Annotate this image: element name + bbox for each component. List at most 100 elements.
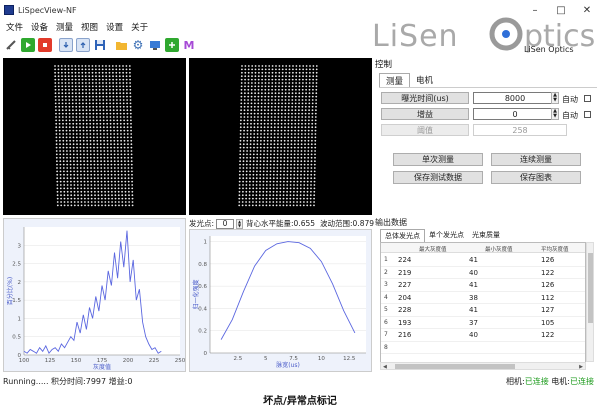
upload-icon[interactable] [76,38,90,52]
output-table[interactable]: 最大灰度值 最小灰度值 平均灰度值 1 224 41 126 2 219 40 … [380,242,586,370]
light-point [121,194,124,197]
gear-icon[interactable]: ⚙ [131,38,145,52]
menu-settings[interactable]: 设置 [102,21,127,33]
col-min-gray[interactable]: 最小灰度值 [485,245,513,253]
single-measure-button[interactable]: 单次测量 [393,153,483,166]
light-point [64,82,67,84]
light-point [269,177,272,180]
save-icon[interactable] [93,38,107,52]
scroll-left-icon[interactable]: ◀ [383,364,387,370]
play-icon[interactable] [21,38,35,52]
light-point [243,102,246,105]
table-row[interactable]: 3 227 41 126 [381,279,585,292]
light-point [279,177,282,180]
light-point [250,112,253,115]
menu-view[interactable]: 视图 [77,21,102,33]
light-point [269,170,272,173]
points-input[interactable]: 0 [216,218,235,229]
light-point [303,170,306,173]
light-point [283,150,286,152]
gain-spin-arrows[interactable]: ▲ ▼ [551,108,559,120]
light-point [305,95,307,98]
light-point [270,133,273,135]
table-row[interactable]: 5 228 41 127 [381,304,585,317]
camera-label: 相机: [506,377,525,386]
mark-icon[interactable]: M [182,38,196,52]
exposure-auto-checkbox[interactable] [584,95,591,102]
folder-icon[interactable] [114,38,128,52]
col-avg-gray[interactable]: 平均灰度值 [541,245,569,253]
stop-icon[interactable] [38,38,52,52]
light-point [108,75,111,78]
menu-file[interactable]: 文件 [2,21,27,33]
gain-auto-checkbox[interactable] [584,111,591,118]
light-point [108,68,111,71]
table-horizontal-scrollbar[interactable]: ◀ ▶ [380,362,586,370]
horizontal-scroll-thumb[interactable] [395,364,515,369]
light-point [242,177,245,180]
light-point [306,197,309,200]
light-point [58,95,60,98]
light-point [254,75,257,78]
light-point [72,122,75,125]
camera-image-left[interactable] [3,58,186,215]
histogram-chart[interactable]: 0 0.5 1 1.5 2 2.5 3 100 125 150 175 200 225 250 灰度值 百分比… [3,218,186,372]
light-point [246,126,249,129]
table-row[interactable]: 8 [381,342,585,354]
save-chart-button[interactable]: 保存图表 [491,171,581,184]
screen-icon[interactable] [148,38,162,52]
light-point [249,150,252,152]
light-point [117,150,119,152]
gain-input[interactable]: 0 [473,108,557,120]
light-point [239,136,242,139]
col-max-gray[interactable]: 最大灰度值 [419,245,447,253]
menu-measure[interactable]: 测量 [52,21,77,33]
vertical-scroll-thumb[interactable] [588,253,593,323]
download-icon[interactable] [59,38,73,52]
lisen-optics-logo: LiSen ptics LiSen Optics [370,16,598,56]
light-point [263,119,266,122]
table-vertical-scrollbar[interactable] [586,242,594,362]
light-point [247,99,249,101]
light-point [73,184,76,186]
points-spin-arrows[interactable]: ▲ ▼ [236,218,244,229]
light-point [251,68,253,71]
light-point [315,65,318,67]
tab-overall-points[interactable]: 总体发光点 [380,229,425,242]
add-icon[interactable] [165,38,179,52]
exposure-time-input[interactable]: 8000 [473,92,557,104]
table-row[interactable]: 1 224 41 126 [381,254,585,267]
light-point [293,180,295,183]
save-test-data-button[interactable]: 保存测试数据 [393,171,483,184]
light-point [64,71,67,74]
tab-measure[interactable]: 测量 [379,73,411,88]
tab-single-point[interactable]: 单个发光点 [425,229,468,242]
menu-about[interactable]: 关于 [127,21,152,33]
table-row[interactable]: 2 219 40 122 [381,267,585,279]
light-point [283,136,286,139]
connect-icon[interactable] [4,38,18,52]
light-point [82,146,85,149]
light-point [315,68,318,71]
table-row[interactable]: 7 216 40 122 [381,329,585,342]
table-row[interactable]: 6 193 37 105 [381,317,585,329]
light-point [79,136,82,139]
light-point [88,68,90,71]
light-point [113,139,116,142]
camera-image-right[interactable] [189,58,372,215]
light-point [129,99,132,101]
light-point [288,95,290,98]
continuous-measure-button[interactable]: 连续测量 [491,153,581,166]
light-point [261,65,264,67]
menu-device[interactable]: 设备 [27,21,52,33]
pulse-width-chart[interactable]: 0 0.2 0.4 0.6 0.8 1 2.5 5 7.5 10 12.5 脉宽(us) 归一化强度 [189,229,372,372]
exposure-time-button[interactable]: 曝光时间(us) [381,92,469,104]
tab-beam-quality[interactable]: 光束质量 [468,229,504,242]
light-point [89,150,92,152]
exposure-spin-arrows[interactable]: ▲ ▼ [551,92,559,104]
table-row[interactable]: 4 204 38 112 [381,292,585,304]
tab-motor[interactable]: 电机 [410,73,439,88]
gain-button[interactable]: 增益 [381,108,469,120]
scroll-right-icon[interactable]: ▶ [579,364,583,370]
light-point [78,99,81,101]
